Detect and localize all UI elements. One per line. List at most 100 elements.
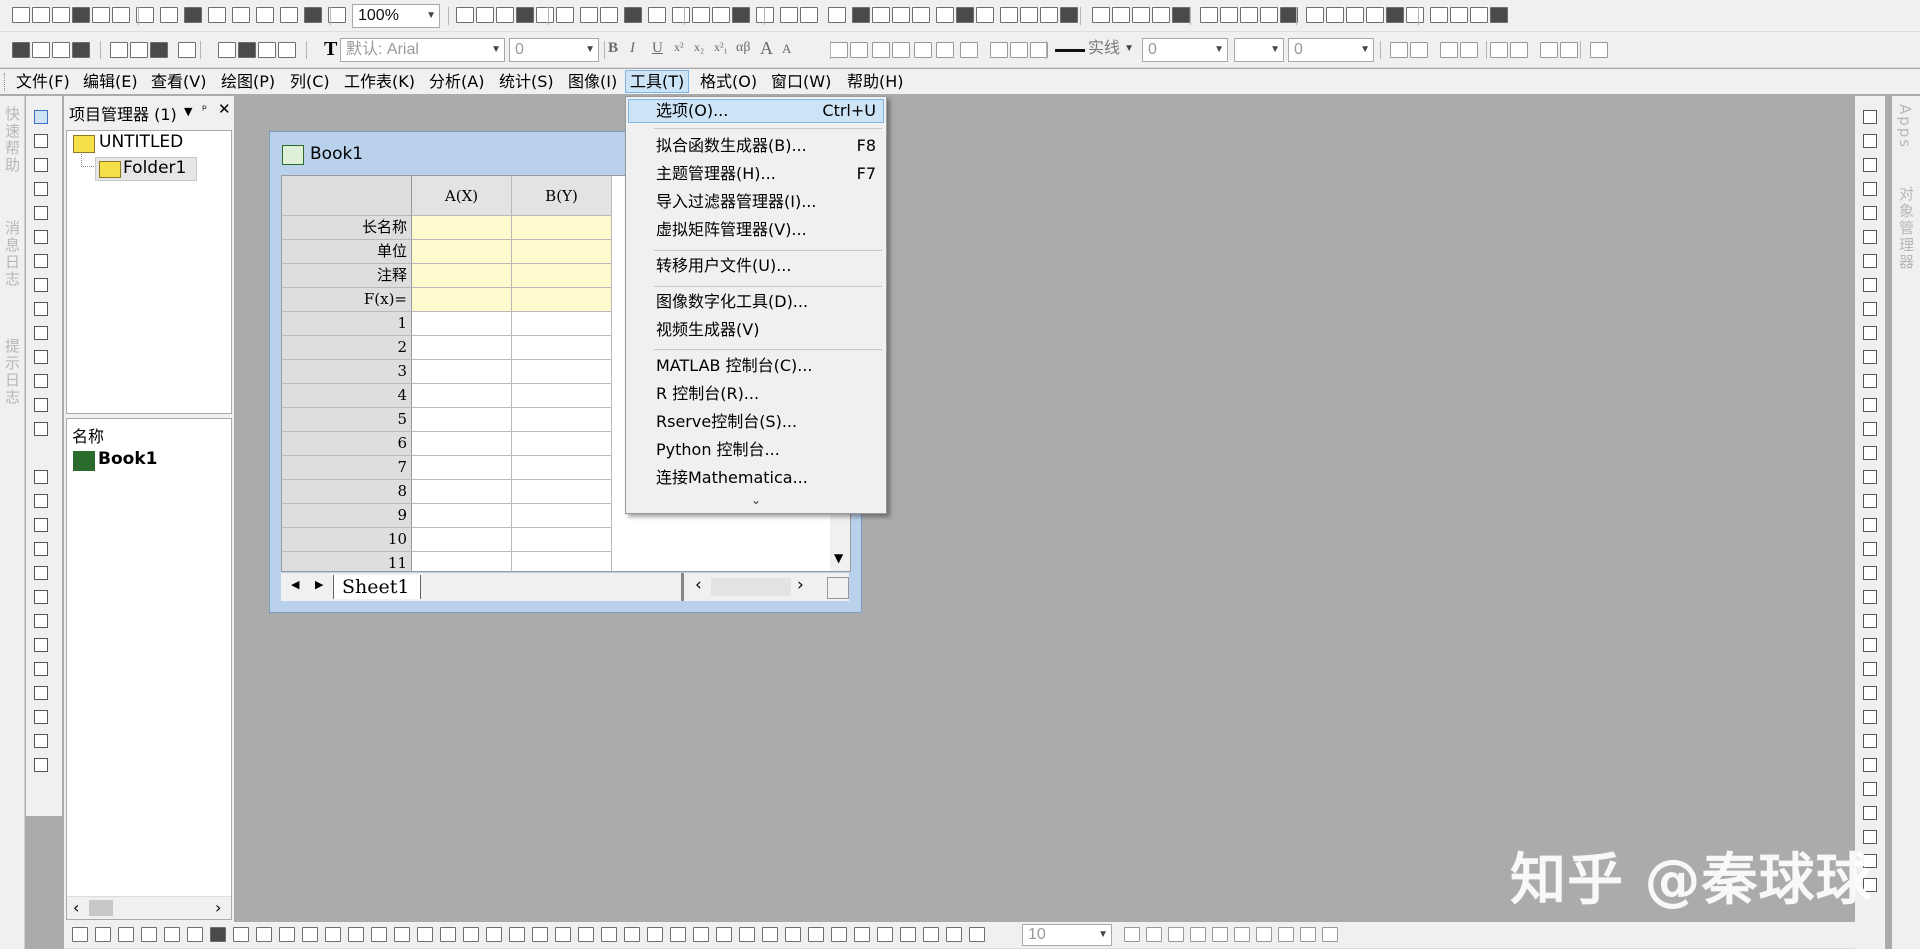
row-header[interactable]: 3 [282, 360, 412, 384]
increase-font-button[interactable]: A [760, 38, 773, 59]
menu-item-theme-manager[interactable]: 主题管理器(H)... [656, 162, 776, 186]
menu-plot[interactable]: 绘图(P) [221, 71, 275, 93]
table-cell[interactable] [412, 288, 512, 312]
table-cell[interactable] [412, 528, 512, 552]
toolbar-icon[interactable] [1346, 7, 1364, 23]
plot-type-icon[interactable] [831, 927, 847, 942]
fill-color-combo[interactable]: ▼ [1234, 38, 1284, 62]
text-tool-icon[interactable]: T [324, 38, 337, 61]
graph-tool-icon[interactable] [1863, 662, 1877, 676]
menu-item-digitizer[interactable]: 图像数字化工具(D)... [656, 290, 808, 314]
table-cell[interactable] [512, 504, 612, 528]
menu-image[interactable]: 图像(I) [568, 71, 617, 93]
toolbar-icon[interactable] [184, 7, 202, 23]
plot-type-icon[interactable] [785, 927, 801, 942]
toolbar-icon[interactable] [12, 7, 30, 23]
plot-type-icon[interactable] [187, 927, 203, 942]
horizontal-scroll-thumb[interactable] [711, 578, 791, 596]
toolbar-icon[interactable] [1000, 7, 1018, 23]
plot-type-icon[interactable] [624, 927, 640, 942]
menu-tools[interactable]: 工具(T) [625, 70, 690, 93]
toolbar-icon[interactable] [1112, 7, 1130, 23]
graph-tool-icon[interactable] [1863, 326, 1877, 340]
plot-type-icon[interactable] [233, 927, 249, 942]
toolbar-icon[interactable] [1540, 42, 1558, 58]
tab-object-manager[interactable]: 对象管理器 [1896, 186, 1917, 271]
layout-icon[interactable] [1168, 927, 1184, 942]
menu-item-import-filter-manager[interactable]: 导入过滤器管理器(I)... [656, 190, 816, 214]
graph-tool-icon[interactable] [1863, 470, 1877, 484]
toolbar-icon[interactable] [732, 7, 750, 23]
toolbar-icon[interactable] [12, 42, 30, 58]
toolbar-icon[interactable] [456, 7, 474, 23]
table-cell[interactable] [412, 432, 512, 456]
toolbar-icon[interactable] [828, 7, 846, 23]
row-header[interactable]: 注释 [282, 264, 412, 288]
toolbar-icon[interactable] [516, 7, 534, 23]
tool-icon[interactable] [34, 158, 48, 172]
plot-type-icon[interactable] [325, 927, 341, 942]
toolbar-icon[interactable] [960, 42, 978, 58]
toolbar-icon[interactable] [92, 7, 110, 23]
plot-type-icon[interactable] [509, 927, 525, 942]
tree-root-untitled[interactable]: UNTITLED [99, 132, 183, 152]
plot-type-icon[interactable] [601, 927, 617, 942]
toolbar-icon[interactable] [110, 42, 128, 58]
menu-analysis[interactable]: 分析(A) [429, 71, 484, 93]
table-cell[interactable] [412, 384, 512, 408]
plot-type-icon[interactable] [854, 927, 870, 942]
graph-tool-icon[interactable] [1863, 806, 1877, 820]
plot-type-icon[interactable] [463, 927, 479, 942]
graph-tool-icon[interactable] [1863, 206, 1877, 220]
table-cell[interactable] [512, 528, 612, 552]
plot-type-icon[interactable] [210, 927, 226, 942]
plot-type-icon[interactable] [877, 927, 893, 942]
tab-message-log[interactable]: 消息日志 [2, 220, 23, 288]
plot-type-icon[interactable] [693, 927, 709, 942]
row-header[interactable]: 单位 [282, 240, 412, 264]
menu-item-virtual-matrix-manager[interactable]: 虚拟矩阵管理器(V)... [656, 218, 807, 242]
plot-type-icon[interactable] [440, 927, 456, 942]
expand-menu-icon[interactable]: ⌄ [751, 493, 761, 507]
menu-statistics[interactable]: 统计(S) [499, 71, 554, 93]
toolbar-icon[interactable] [692, 7, 710, 23]
graph-tool-icon[interactable] [1863, 158, 1877, 172]
toolbar-icon[interactable] [1430, 7, 1448, 23]
scroll-right-icon[interactable]: › [215, 898, 221, 917]
toolbar-icon[interactable] [238, 42, 256, 58]
tool-icon[interactable] [34, 542, 48, 556]
toolbar-icon[interactable] [892, 42, 910, 58]
toolbar-icon[interactable] [32, 42, 50, 58]
graph-tool-icon[interactable] [1863, 494, 1877, 508]
graph-tool-icon[interactable] [1863, 638, 1877, 652]
layout-icon[interactable] [1190, 927, 1206, 942]
toolbar-icon[interactable] [256, 7, 274, 23]
zoom-combo[interactable]: 100% ▼ [352, 4, 440, 28]
plot-type-icon[interactable] [486, 927, 502, 942]
toolbar-icon[interactable] [52, 7, 70, 23]
menu-format[interactable]: 格式(O) [700, 71, 757, 93]
table-cell[interactable] [412, 360, 512, 384]
graph-tool-icon[interactable] [1863, 758, 1877, 772]
graph-tool-icon[interactable] [1863, 542, 1877, 556]
toolbar-icon[interactable] [912, 7, 930, 23]
tab-hint-log[interactable]: 提示日志 [2, 338, 23, 406]
row-header[interactable]: 11 [282, 552, 412, 571]
tool-icon[interactable] [34, 206, 48, 220]
table-cell[interactable] [512, 264, 612, 288]
toolbar-icon[interactable] [1490, 7, 1508, 23]
toolbar-icon[interactable] [208, 7, 226, 23]
graph-tool-icon[interactable] [1863, 446, 1877, 460]
row-header[interactable]: 9 [282, 504, 412, 528]
graph-tool-icon[interactable] [1863, 398, 1877, 412]
tree-item-folder1[interactable]: Folder1 [95, 157, 197, 181]
grid-corner[interactable] [282, 176, 412, 216]
tab-quick-help[interactable]: 快速帮助 [2, 106, 23, 174]
toolbar-icon[interactable] [160, 7, 178, 23]
toolbar-icon[interactable] [1460, 42, 1478, 58]
tool-icon[interactable] [34, 350, 48, 364]
table-cell[interactable] [512, 312, 612, 336]
font-name-combo[interactable]: 默认: Arial ▼ [340, 38, 505, 62]
toolbar-icon[interactable] [976, 7, 994, 23]
decrease-font-button[interactable]: A [782, 41, 791, 57]
